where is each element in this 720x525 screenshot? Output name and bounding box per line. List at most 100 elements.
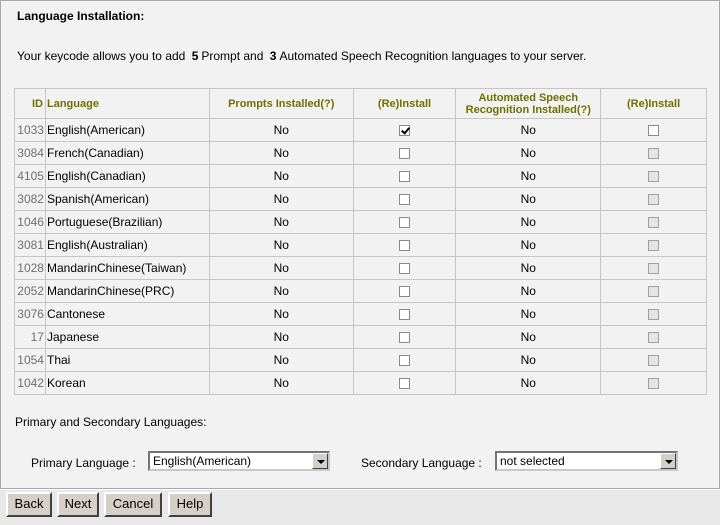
prompt-reinstall-cell xyxy=(352,371,457,395)
table-header-row: ID Language Prompts Installed(?) (Re)Ins… xyxy=(14,88,707,119)
column-header-prompts-installed: Prompts Installed(?) xyxy=(208,88,354,119)
asr-installed-value: No xyxy=(455,141,602,165)
prompts-installed-value: No xyxy=(208,164,354,188)
asr-installed-value: No xyxy=(455,187,602,211)
language-id: 1054 xyxy=(14,348,46,372)
language-table: ID Language Prompts Installed(?) (Re)Ins… xyxy=(14,88,707,395)
asr-count: 3 xyxy=(269,49,277,63)
prompt-reinstall-checkbox[interactable] xyxy=(399,355,411,367)
table-row: 17 Japanese No No xyxy=(14,325,707,349)
asr-reinstall-checkbox xyxy=(648,148,660,160)
asr-reinstall-checkbox xyxy=(648,171,660,183)
asr-reinstall-cell xyxy=(600,279,707,303)
asr-reinstall-cell xyxy=(600,348,707,372)
prompt-reinstall-checkbox[interactable] xyxy=(399,125,411,137)
asr-reinstall-checkbox xyxy=(648,263,660,275)
asr-reinstall-checkbox xyxy=(648,217,660,229)
asr-installed-value: No xyxy=(455,371,602,395)
prompt-reinstall-checkbox[interactable] xyxy=(399,217,411,229)
table-row: 4105 English(Canadian) No No xyxy=(14,164,707,188)
prompt-reinstall-checkbox[interactable] xyxy=(399,171,411,183)
asr-reinstall-cell xyxy=(600,210,707,234)
language-name: Thai xyxy=(44,348,210,372)
primary-language-select[interactable]: English(American) xyxy=(148,451,330,471)
next-button[interactable]: Next xyxy=(57,492,99,517)
prompt-reinstall-cell xyxy=(352,187,457,211)
prompts-installed-value: No xyxy=(208,256,354,280)
asr-reinstall-cell xyxy=(600,141,707,165)
prompt-reinstall-cell xyxy=(352,302,457,326)
asr-installed-value: No xyxy=(455,302,602,326)
asr-reinstall-cell xyxy=(600,164,707,188)
asr-reinstall-checkbox xyxy=(648,309,660,321)
asr-reinstall-cell xyxy=(600,256,707,280)
language-name: MandarinChinese(PRC) xyxy=(44,279,210,303)
table-row: 2052 MandarinChinese(PRC) No No xyxy=(14,279,707,303)
secondary-language-value: not selected xyxy=(500,454,565,468)
table-row: 1033 English(American) No No xyxy=(14,118,707,142)
language-id: 1046 xyxy=(14,210,46,234)
asr-reinstall-cell xyxy=(600,371,707,395)
column-header-asr-reinstall: (Re)Install xyxy=(600,88,707,119)
prompts-installed-value: No xyxy=(208,141,354,165)
prompt-reinstall-checkbox[interactable] xyxy=(399,332,411,344)
prompt-reinstall-cell xyxy=(352,279,457,303)
keycode-prefix: Your keycode allows you to add xyxy=(17,49,186,63)
prompt-reinstall-cell xyxy=(352,256,457,280)
prompt-text: Prompt and xyxy=(201,49,264,63)
prompt-reinstall-cell xyxy=(352,233,457,257)
table-row: 1054 Thai No No xyxy=(14,348,707,372)
table-row: 1046 Portuguese(Brazilian) No No xyxy=(14,210,707,234)
prompt-reinstall-checkbox[interactable] xyxy=(399,286,411,298)
language-id: 3081 xyxy=(14,233,46,257)
primary-language-label: Primary Language : xyxy=(31,456,136,470)
prompts-installed-value: No xyxy=(208,302,354,326)
asr-reinstall-checkbox xyxy=(648,286,660,298)
language-id: 1033 xyxy=(14,118,46,142)
asr-reinstall-checkbox xyxy=(648,378,660,390)
language-name: Spanish(American) xyxy=(44,187,210,211)
language-name: Korean xyxy=(44,371,210,395)
language-id: 1042 xyxy=(14,371,46,395)
language-name: English(Canadian) xyxy=(44,164,210,188)
asr-reinstall-checkbox[interactable] xyxy=(648,125,660,137)
cancel-button[interactable]: Cancel xyxy=(104,492,162,517)
chevron-down-icon[interactable] xyxy=(660,453,676,469)
language-id: 3082 xyxy=(14,187,46,211)
prompt-reinstall-checkbox[interactable] xyxy=(399,309,411,321)
prompt-reinstall-checkbox[interactable] xyxy=(399,263,411,275)
back-button[interactable]: Back xyxy=(6,492,52,517)
prompts-installed-value: No xyxy=(208,233,354,257)
asr-reinstall-cell xyxy=(600,325,707,349)
table-row: 3084 French(Canadian) No No xyxy=(14,141,707,165)
prompt-reinstall-cell xyxy=(352,210,457,234)
keycode-info: Your keycode allows you to add 5 Prompt a… xyxy=(17,49,586,63)
table-row: 1028 MandarinChinese(Taiwan) No No xyxy=(14,256,707,280)
asr-installed-value: No xyxy=(455,256,602,280)
language-name: Japanese xyxy=(44,325,210,349)
language-name: French(Canadian) xyxy=(44,141,210,165)
asr-reinstall-checkbox xyxy=(648,332,660,344)
prompt-reinstall-checkbox[interactable] xyxy=(399,378,411,390)
prompt-reinstall-checkbox[interactable] xyxy=(399,148,411,160)
prompt-reinstall-cell xyxy=(352,118,457,142)
language-name: Portuguese(Brazilian) xyxy=(44,210,210,234)
prompt-reinstall-checkbox[interactable] xyxy=(399,194,411,206)
asr-installed-value: No xyxy=(455,279,602,303)
prompts-installed-value: No xyxy=(208,348,354,372)
secondary-language-select[interactable]: not selected xyxy=(495,451,678,471)
table-row: 3081 English(Australian) No No xyxy=(14,233,707,257)
prompts-installed-value: No xyxy=(208,118,354,142)
prompt-count: 5 xyxy=(191,49,199,63)
help-button[interactable]: Help xyxy=(168,492,212,517)
prompts-installed-value: No xyxy=(208,210,354,234)
chevron-down-icon[interactable] xyxy=(312,453,328,469)
column-header-id: ID xyxy=(14,88,46,119)
language-name: English(Australian) xyxy=(44,233,210,257)
language-id: 17 xyxy=(14,325,46,349)
prompt-reinstall-checkbox[interactable] xyxy=(399,240,411,252)
asr-installed-value: No xyxy=(455,325,602,349)
prompts-installed-value: No xyxy=(208,371,354,395)
asr-reinstall-cell xyxy=(600,187,707,211)
asr-text: Automated Speech Recognition languages t… xyxy=(279,49,587,63)
